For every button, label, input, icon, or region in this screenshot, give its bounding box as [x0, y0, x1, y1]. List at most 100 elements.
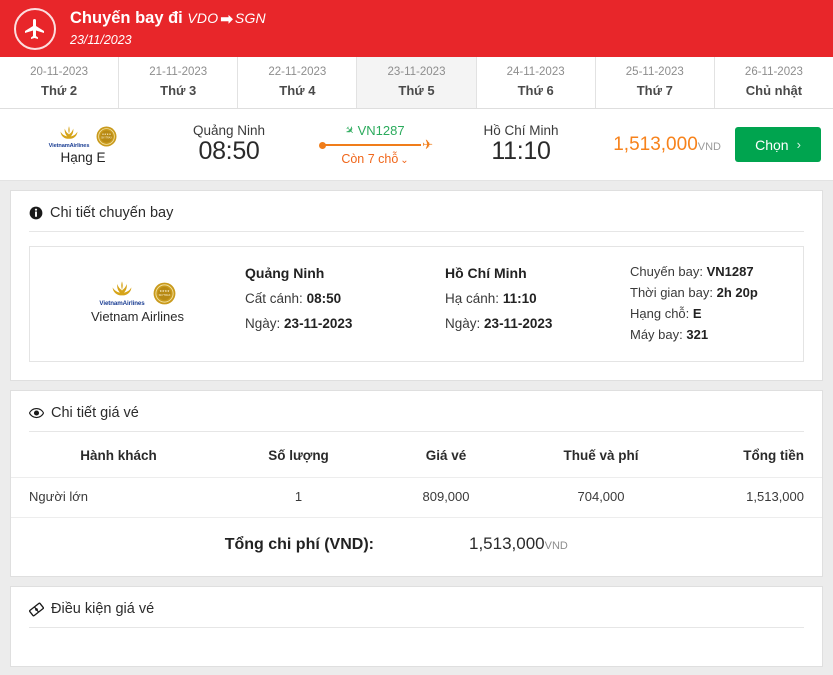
- flight-details-title-label: Chi tiết chuyến bay: [50, 205, 173, 221]
- flight-summary-row[interactable]: VietnamAirlines ★★★★ SKYTRAX Hạng E Quản…: [0, 109, 833, 181]
- header-title-label: Chuyến bay đi: [70, 9, 183, 27]
- details-arrival-time-label: Hạ cánh:: [445, 291, 499, 306]
- total-cost-row: Tổng chi phí (VND): 1,513,000VND: [11, 518, 822, 576]
- fare-class-label: Hạng E: [60, 150, 105, 165]
- departure-time: 08:50: [158, 137, 300, 166]
- details-departure-date-row: Ngày: 23-11-2023: [245, 312, 445, 337]
- page-title: Chuyến bay đi VDO➡SGN: [70, 8, 266, 30]
- details-arrival-city: Hồ Chí Minh: [445, 261, 630, 287]
- details-departure-time-row: Cất cánh: 08:50: [245, 287, 445, 312]
- eye-icon: [29, 406, 44, 420]
- table-header-row: Hành khách Số lượng Giá vé Thuế và phí T…: [11, 436, 822, 478]
- arrow-icon: ➡: [220, 11, 233, 28]
- cell-total: 1,513,000: [681, 478, 822, 518]
- svg-text:★★★★: ★★★★: [159, 288, 170, 292]
- details-departure-city: Quảng Ninh: [245, 261, 445, 287]
- column-header-total: Tổng tiền: [681, 436, 822, 478]
- date-tab-3-selected[interactable]: 23-11-2023 Thứ 5: [357, 57, 476, 108]
- details-flight-label: Chuyến bay:: [630, 264, 703, 279]
- destination-code: SGN: [235, 10, 266, 26]
- date-tab-day: Thứ 4: [279, 82, 315, 100]
- header-date: 23/11/2023: [70, 33, 266, 49]
- details-departure-time: 08:50: [307, 291, 342, 306]
- vietnam-airlines-logo-icon: VietnamAirlines: [49, 124, 90, 149]
- flight-details-title: Chi tiết chuyến bay: [11, 191, 822, 231]
- details-duration-row: Thời gian bay: 2h 20p: [630, 282, 758, 303]
- date-tab-date: 26-11-2023: [745, 65, 803, 81]
- table-row: Người lớn 1 809,000 704,000 1,513,000: [11, 478, 822, 518]
- route-column: ✈ VN1287 ✈ Còn 7 chỗ⌄: [300, 123, 450, 166]
- date-tab-5[interactable]: 25-11-2023 Thứ 7: [596, 57, 715, 108]
- airline-logo-group: VietnamAirlines ★★★★ SKYTRAX: [99, 279, 175, 307]
- date-tab-date: 23-11-2023: [388, 65, 446, 81]
- flight-number: ✈ VN1287: [345, 123, 404, 138]
- details-arrival-time-row: Hạ cánh: 11:10: [445, 287, 630, 312]
- divider: [29, 231, 804, 232]
- chevron-right-icon: ›: [797, 137, 801, 152]
- details-class-value: E: [693, 306, 702, 321]
- details-arrival-date: 23-11-2023: [484, 316, 552, 331]
- date-tab-day: Thứ 2: [41, 82, 77, 100]
- flight-price-currency: VND: [698, 141, 721, 153]
- date-tab-1[interactable]: 21-11-2023 Thứ 3: [119, 57, 238, 108]
- choose-button[interactable]: Chọn ›: [735, 127, 821, 162]
- details-aircraft-value: 321: [686, 327, 708, 342]
- skytrax-seal-icon: ★★★★ SKYTRAX: [96, 126, 117, 147]
- chevron-down-icon: ⌄: [400, 155, 408, 166]
- fare-conditions-body: [11, 628, 822, 666]
- date-tab-day: Thứ 3: [160, 82, 196, 100]
- ticket-icon: [29, 602, 44, 617]
- departure-column: Quảng Ninh 08:50: [158, 123, 300, 166]
- date-tab-4[interactable]: 24-11-2023 Thứ 6: [477, 57, 596, 108]
- total-cost-currency: VND: [545, 540, 568, 552]
- date-tab-day: Thứ 6: [518, 82, 554, 100]
- details-airline-name: Vietnam Airlines: [91, 309, 184, 324]
- airplane-icon: [14, 8, 56, 50]
- details-arrival-block: Hồ Chí Minh Hạ cánh: 11:10 Ngày: 23-11-2…: [445, 261, 630, 337]
- date-tab-day: Chủ nhật: [746, 82, 802, 100]
- details-arrival-date-row: Ngày: 23-11-2023: [445, 312, 630, 337]
- details-duration-label: Thời gian bay:: [630, 285, 713, 300]
- date-tab-day: Thứ 5: [398, 82, 434, 100]
- date-tab-2[interactable]: 22-11-2023 Thứ 4: [238, 57, 357, 108]
- small-plane-icon: ✈: [342, 123, 358, 139]
- details-departure-date-label: Ngày:: [245, 316, 280, 331]
- svg-text:SKYTRAX: SKYTRAX: [158, 293, 170, 296]
- total-cost-amount: 1,513,000: [469, 534, 545, 553]
- flight-number-label: VN1287: [358, 123, 405, 138]
- price-table: Hành khách Số lượng Giá vé Thuế và phí T…: [11, 436, 822, 518]
- column-header-quantity: Số lượng: [226, 436, 371, 478]
- airline-column: VietnamAirlines ★★★★ SKYTRAX Hạng E: [8, 124, 158, 165]
- details-departure-time-label: Cất cánh:: [245, 291, 303, 306]
- cell-tax: 704,000: [521, 478, 681, 518]
- date-tab-0[interactable]: 20-11-2023 Thứ 2: [0, 57, 119, 108]
- svg-text:★★★★: ★★★★: [102, 132, 112, 136]
- date-tab-date: 24-11-2023: [507, 65, 565, 81]
- arrival-city: Hồ Chí Minh: [450, 123, 592, 138]
- route-plane-arrow-icon: ✈: [422, 138, 433, 151]
- details-duration-value: 2h 20p: [717, 285, 758, 300]
- date-tab-day: Thứ 7: [637, 82, 673, 100]
- date-tab-6[interactable]: 26-11-2023 Chủ nhật: [715, 57, 833, 108]
- details-class-row: Hạng chỗ: E: [630, 303, 758, 324]
- date-tab-date: 22-11-2023: [268, 65, 326, 81]
- details-aircraft-label: Máy bay:: [630, 327, 683, 342]
- origin-code: VDO: [187, 10, 218, 26]
- seats-left-dropdown[interactable]: Còn 7 chỗ⌄: [341, 152, 408, 166]
- details-flight-value: VN1287: [707, 264, 754, 279]
- fare-conditions-card: Điều kiện giá vé: [10, 586, 823, 667]
- page-header: Chuyến bay đi VDO➡SGN 23/11/2023: [0, 0, 833, 57]
- price-column: 1,513,000VND: [592, 134, 735, 156]
- price-table-body: Người lớn 1 809,000 704,000 1,513,000: [11, 478, 822, 518]
- vietnam-airlines-logo-icon: VietnamAirlines: [99, 279, 144, 307]
- route-line-graphic: ✈: [319, 139, 431, 151]
- fare-conditions-title: Điều kiện giá vé: [11, 587, 822, 627]
- details-airline-block: VietnamAirlines ★★★★ SKYTRAX Vietnam Air…: [30, 261, 245, 324]
- details-arrival-date-label: Ngày:: [445, 316, 480, 331]
- airline-logo-wordmark: VietnamAirlines: [99, 300, 144, 307]
- price-details-title: Chi tiết giá vé: [11, 391, 822, 431]
- departure-city: Quảng Ninh: [158, 123, 300, 138]
- detail-panels: Chi tiết chuyến bay VietnamAirlines: [0, 181, 833, 675]
- choose-button-label: Chọn: [755, 137, 788, 153]
- details-class-label: Hạng chỗ:: [630, 306, 689, 321]
